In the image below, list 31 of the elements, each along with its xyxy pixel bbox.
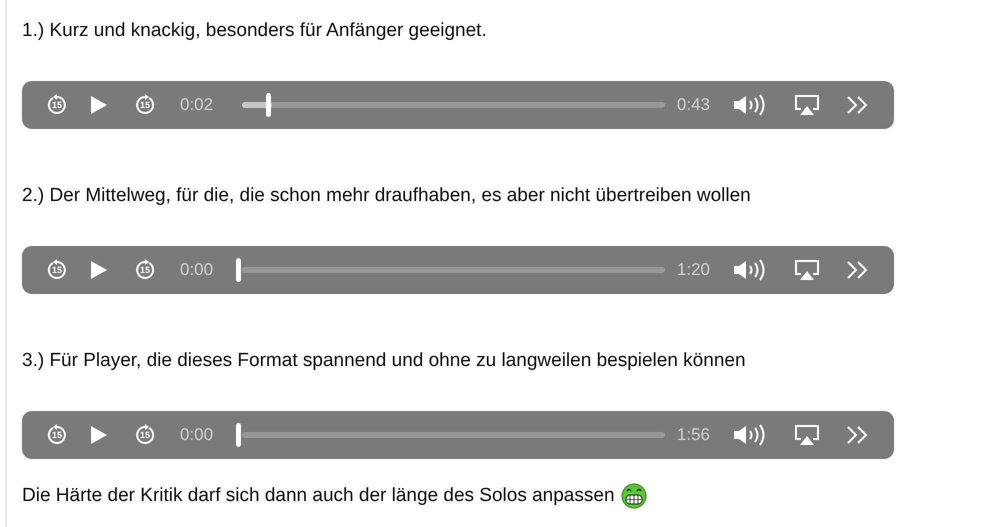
current-time: 0:00 bbox=[180, 259, 214, 282]
play-icon bbox=[90, 425, 108, 445]
skip-forward-button[interactable]: 15 bbox=[134, 259, 156, 281]
progress-slider[interactable] bbox=[236, 258, 665, 282]
skip-forward-button[interactable]: 15 bbox=[134, 424, 156, 446]
progress-slider[interactable] bbox=[236, 423, 665, 447]
airplay-icon[interactable] bbox=[794, 424, 820, 446]
grin-emoji-icon bbox=[620, 483, 647, 509]
progress-thumb[interactable] bbox=[236, 423, 241, 447]
duration-time: 1:20 bbox=[676, 259, 710, 282]
skip-forward-button[interactable]: 15 bbox=[134, 94, 156, 116]
chevrons-right-icon[interactable] bbox=[846, 425, 870, 445]
skip-back-button[interactable]: 15 bbox=[46, 259, 68, 281]
airplay-icon[interactable] bbox=[794, 259, 820, 281]
duration-time: 1:56 bbox=[676, 424, 710, 446]
progress-thumb[interactable] bbox=[236, 258, 241, 282]
play-icon bbox=[90, 95, 108, 115]
section-heading: 2.) Der Mittelweg, für die, die schon mehr draufhaben, es aber nicht übertreiben wollen bbox=[22, 184, 752, 208]
chevrons-right-icon[interactable] bbox=[846, 260, 870, 280]
current-time: 0:00 bbox=[180, 424, 214, 446]
progress-thumb[interactable] bbox=[266, 93, 271, 117]
section-heading: 1.) Kurz und knackig, besonders für Anfänger geeignet. bbox=[22, 19, 488, 43]
current-time: 0:02 bbox=[180, 94, 214, 116]
skip-back-button[interactable]: 15 bbox=[46, 94, 68, 116]
airplay-icon[interactable] bbox=[794, 94, 820, 116]
play-icon bbox=[90, 260, 108, 280]
skip-back-button[interactable]: 15 bbox=[46, 424, 68, 446]
chevrons-right-icon[interactable] bbox=[846, 95, 870, 115]
section-heading: 3.) Für Player, die dieses Format spannend und ohne zu langweilen bespielen können bbox=[22, 349, 747, 373]
closing-text: Die Härte der Kritik darf sich dann auch der länge des Solos anpassen bbox=[22, 484, 615, 508]
duration-time: 0:43 bbox=[676, 94, 710, 116]
